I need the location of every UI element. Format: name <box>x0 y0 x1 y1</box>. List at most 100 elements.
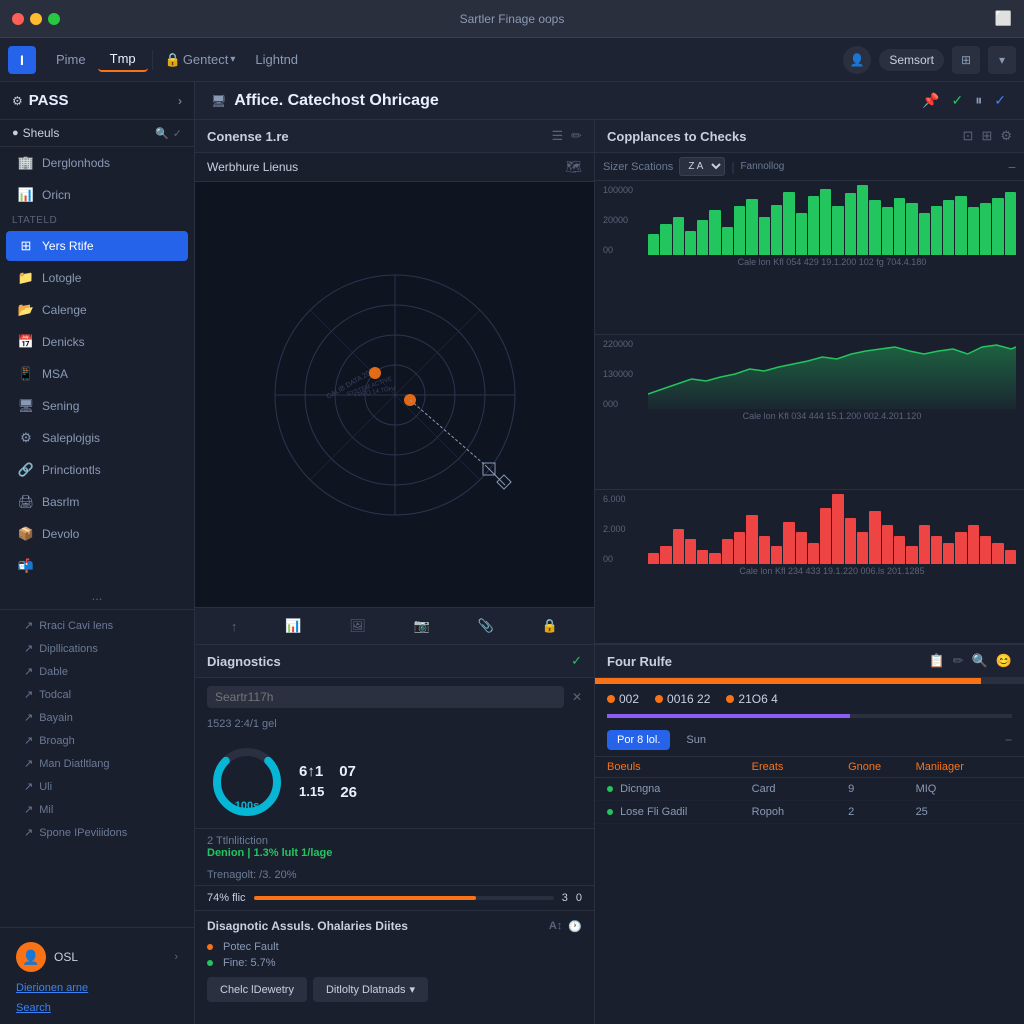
toolbar-camera-icon[interactable]: 📷 <box>408 614 436 638</box>
map-icon[interactable]: 🗺 <box>565 159 582 175</box>
check2-icon[interactable]: ✓ <box>992 90 1008 111</box>
table-icon: ⊞ <box>18 238 34 254</box>
main-layout: ⚙ PASS › ● Sheuls 🔍 ✓ 🏢 Derglonhods 📊 Or… <box>0 82 1024 1024</box>
diag-search-input[interactable] <box>207 686 564 708</box>
tab-sun[interactable]: Sun <box>676 730 716 750</box>
app-logo: I <box>8 46 36 74</box>
sidebar-item-msa[interactable]: 🖥 Sening <box>6 391 188 421</box>
navbar-grid-button[interactable]: ⊞ <box>952 46 980 74</box>
bottom-link-1[interactable]: Dierionen arne <box>16 982 88 994</box>
resize-icon[interactable]: ⊞ <box>981 128 992 144</box>
navbar-search-button[interactable]: 👤 <box>843 46 871 74</box>
four-icon-1[interactable]: 📋 <box>929 653 945 669</box>
table-row-1[interactable]: Dicngna Card 9 MIQ <box>595 778 1024 801</box>
toolbar-clip-icon[interactable]: 📎 <box>472 614 500 638</box>
subitem-spone[interactable]: ↗ Spone IPeviiidons <box>0 821 194 844</box>
toolbar-image-icon[interactable]: 🖼 <box>343 614 372 638</box>
nav-item-lightnd[interactable]: Lightnd <box>243 48 310 71</box>
bar-chart-1 <box>648 185 1016 255</box>
sidebar-item-princtiontls[interactable]: 🖨 Basrlm <box>6 487 188 517</box>
expand-icon[interactable]: ⊡ <box>963 128 974 144</box>
fine-dot <box>207 960 213 966</box>
four-panel: Four Rulfe 📋 ✏ 🔍 😊 002 <box>595 645 1024 1024</box>
filter-toggle[interactable]: Fannollog <box>740 161 784 172</box>
diag-bottom-panel: Disagnotic Assuls. Ohalaries Diites A↕ 🕐… <box>195 910 594 1010</box>
page-title: Affice. Catechost Ohricage <box>234 92 912 110</box>
check-icon[interactable]: ✓ <box>950 90 966 111</box>
sidebar-item-devolo[interactable]: 📬 <box>6 551 188 581</box>
subitem-icon-3: ↗ <box>24 665 33 678</box>
metric-row-2: 1.15 26 <box>299 784 582 801</box>
navbar-user-button[interactable]: Semsort <box>879 49 944 71</box>
edit-icon[interactable]: ✏ <box>571 128 582 144</box>
y-max-1: 100000 <box>603 185 644 195</box>
folder2-icon: 📂 <box>18 302 34 318</box>
four-second-progress <box>607 714 1012 718</box>
sidebar-item-basrlm[interactable]: 📦 Devolo <box>6 519 188 549</box>
sidebar-item-yers-rtife[interactable]: ⊞ Yers Rtife <box>6 231 188 261</box>
minimize-dot[interactable] <box>30 13 42 25</box>
circle-icon: ● <box>12 127 19 139</box>
close-dot[interactable] <box>12 13 24 25</box>
titlebar: Sartler Finage oops ⬜ <box>0 0 1024 38</box>
bottom-link-2[interactable]: Search <box>16 1002 51 1014</box>
sidebar-user[interactable]: 👤 OSL › <box>8 936 186 978</box>
clock-icon[interactable]: 🕐 <box>568 920 582 933</box>
clear-icon[interactable]: ✕ <box>572 690 582 704</box>
navbar-right: 👤 Semsort ⊞ ▾ <box>843 46 1016 74</box>
sheuls-label[interactable]: Sheuls <box>23 126 151 140</box>
sidebar-item-saleplojgis[interactable]: 🔗 Princtiontls <box>6 455 188 485</box>
search-icon[interactable]: 🔍 <box>155 127 169 140</box>
subitem-uli[interactable]: ↗ Uli <box>0 775 194 798</box>
four-minus-icon[interactable]: − <box>1005 733 1012 747</box>
diag-trend: Trenagolt: /3. 20% <box>195 865 594 885</box>
toolbar-up-icon[interactable]: ↑ <box>225 615 244 638</box>
subitem-todcal[interactable]: ↗ Todcal <box>0 683 194 706</box>
toolbar-lock-icon[interactable]: 🔒 <box>536 614 564 638</box>
sidebar-item-denicks[interactable]: 📱 MSA <box>6 359 188 389</box>
pause-icon[interactable]: ⏸ <box>973 90 984 111</box>
more-items[interactable]: ... <box>0 582 194 609</box>
console-panel: Conense 1.re ☰ ✏ Werbhure Lienus 🗺 <box>195 120 595 644</box>
toolbar-chart-icon[interactable]: 📊 <box>279 614 307 638</box>
four-icon-2[interactable]: ✏ <box>953 653 964 669</box>
maximize-dot[interactable] <box>48 13 60 25</box>
col-header-1: Boeuls <box>607 761 752 773</box>
nav-item-pime[interactable]: Pime <box>44 48 98 71</box>
pin-icon[interactable]: 📌 <box>920 90 941 111</box>
subitem-dable[interactable]: ↗ Dable <box>0 660 194 683</box>
navbar-dropdown-button[interactable]: ▾ <box>988 46 1016 74</box>
tab-por-8-lol[interactable]: Por 8 lol. <box>607 730 670 750</box>
four-icon-4[interactable]: 😊 <box>996 653 1012 669</box>
subitem-rraci[interactable]: ↗ Rraci Cavi lens <box>0 614 194 637</box>
sidebar-item-arcort[interactable]: 📁 Lotogle <box>6 263 188 293</box>
sidebar-item-oricn[interactable]: 📊 Oricn <box>6 180 188 210</box>
x-label-1: Cale lon Kfl 054 429 19.1.200 102 fg 704… <box>648 257 1016 267</box>
sidebar-item-lotogle[interactable]: 📂 Calenge <box>6 295 188 325</box>
ditlolty-button[interactable]: Ditlolty Dlatnads ▾ <box>313 977 428 1002</box>
compliance-title: Copplances to Checks <box>607 129 955 144</box>
chelc-button[interactable]: Chelc lDewetry <box>207 977 307 1002</box>
list-icon[interactable]: ☰ <box>551 128 563 144</box>
subitem-broagh[interactable]: ↗ Broagh <box>0 729 194 752</box>
subitem-dipllications[interactable]: ↗ Dipllications <box>0 637 194 660</box>
y-max-2: 220000 <box>603 339 644 349</box>
filter-select[interactable]: Z A <box>679 157 725 176</box>
diag-bottom-title: Disagnotic Assuls. Ohalaries Diites A↕ 🕐 <box>207 919 582 933</box>
nav-item-gentect[interactable]: 🔒 Gentect ▾ <box>157 48 244 72</box>
sidebar-item-derglonhods[interactable]: 🏢 Derglonhods <box>6 148 188 178</box>
chart-section-2: 220000 130000 000 <box>595 335 1024 489</box>
subitem-bayain[interactable]: ↗ Bayain <box>0 706 194 729</box>
nav-item-tmp[interactable]: Tmp <box>98 47 148 72</box>
sidebar-item-sening[interactable]: ⚙ Saleplojgis <box>6 423 188 453</box>
settings2-icon[interactable]: ⚙ <box>1000 128 1012 144</box>
metric-val-3: 1.15 <box>299 784 324 799</box>
table-row-2[interactable]: Lose Fli Gadil Ropoh 2 25 <box>595 801 1024 824</box>
text-icon[interactable]: A↕ <box>549 920 562 933</box>
subitem-mil[interactable]: ↗ Mil <box>0 798 194 821</box>
four-tabs: Por 8 lol. Sun − <box>595 724 1024 757</box>
subitem-man[interactable]: ↗ Man Diatltlang <box>0 752 194 775</box>
four-icon-3[interactable]: 🔍 <box>972 653 988 669</box>
sidebar-item-calenge[interactable]: 📅 Denicks <box>6 327 188 357</box>
minus-icon[interactable]: − <box>1008 159 1016 175</box>
